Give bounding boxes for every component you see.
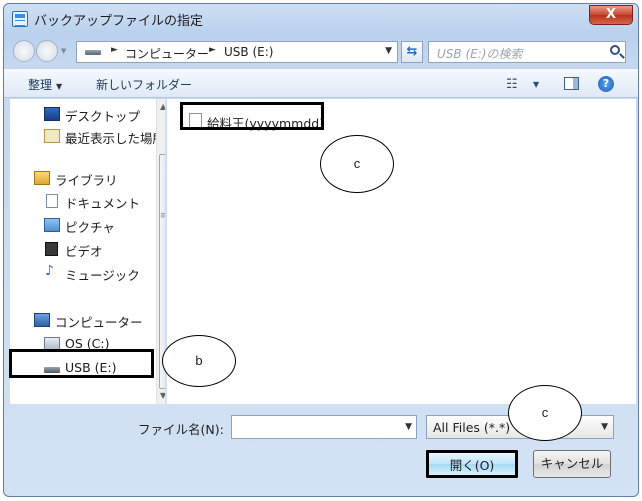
breadcrumb-arrow-icon[interactable]: ► xyxy=(111,45,118,55)
nav-item-library[interactable]: ライブラリ xyxy=(10,168,155,188)
annotation-bubble: c xyxy=(320,135,394,193)
window-title: バックアップファイルの指定 xyxy=(34,14,204,29)
scroll-down-icon[interactable]: ▼ xyxy=(160,391,165,400)
address-dropdown-icon[interactable]: ▼ xyxy=(385,46,392,56)
back-button[interactable] xyxy=(13,40,35,62)
nav-item-label: ビデオ xyxy=(65,244,103,259)
nav-item-label: ピクチャ xyxy=(65,220,115,235)
app-icon xyxy=(12,11,28,27)
nav-item-label: デスクトップ xyxy=(65,109,141,124)
chevron-down-icon: ▼ xyxy=(56,82,63,91)
preview-pane-icon[interactable] xyxy=(564,77,579,90)
recent-places-icon xyxy=(44,129,60,143)
breadcrumb-arrow-icon[interactable]: ► xyxy=(209,45,216,55)
address-row: ▼ ► コンピューター ► USB (E:) ▼ ⇆ USB (E:)の検索 xyxy=(4,36,638,66)
documents-icon xyxy=(46,194,58,208)
nav-item-label: ドキュメント xyxy=(65,196,141,211)
help-icon[interactable]: ? xyxy=(598,76,614,92)
forward-button[interactable] xyxy=(36,40,58,62)
breadcrumb-usb[interactable]: USB (E:) xyxy=(224,45,273,59)
nav-item-music[interactable]: ♪ ミュージック xyxy=(10,263,155,283)
title-bar: バックアップファイルの指定 X xyxy=(4,4,638,34)
scrollbar-grip-icon: ≡ xyxy=(160,211,165,221)
new-folder-button[interactable]: 新しいフォルダー xyxy=(96,76,192,93)
annotation-bubble: b xyxy=(162,335,236,387)
refresh-button[interactable]: ⇆ xyxy=(401,41,423,63)
scroll-up-icon[interactable]: ▲ xyxy=(160,102,165,111)
search-placeholder: USB (E:)の検索 xyxy=(437,47,523,61)
nav-item-pictures[interactable]: ピクチャ xyxy=(10,215,155,235)
nav-item-label: 最近表示した場所 xyxy=(65,131,166,146)
organize-label: 整理 xyxy=(28,78,53,92)
views-icon[interactable]: ☷ xyxy=(506,77,518,92)
annotation-bubble: c xyxy=(508,385,582,441)
nav-item-label: ミュージック xyxy=(65,268,140,283)
videos-icon xyxy=(45,242,58,256)
filename-label: ファイル名(N): xyxy=(138,422,224,437)
nav-item-label: コンピューター xyxy=(55,315,143,330)
organize-menu[interactable]: 整理 ▼ xyxy=(28,76,62,93)
library-icon xyxy=(34,171,50,185)
search-icon[interactable] xyxy=(610,45,620,55)
nav-item-documents[interactable]: ドキュメント xyxy=(10,191,155,211)
pictures-icon xyxy=(44,218,60,232)
file-type-value: All Files (*.*) xyxy=(433,420,511,435)
chevron-down-icon: ▼ xyxy=(601,422,608,432)
address-bar[interactable]: ► コンピューター ► USB (E:) ▼ xyxy=(76,41,398,63)
desktop-icon xyxy=(44,107,60,121)
nav-item-computer[interactable]: コンピューター xyxy=(10,310,155,330)
search-input[interactable]: USB (E:)の検索 xyxy=(428,41,626,63)
nav-item-recent-places[interactable]: 最近表示した場所 xyxy=(10,126,165,146)
annotation-box-usb xyxy=(9,349,154,378)
close-button[interactable]: X xyxy=(589,5,633,25)
chevron-down-icon[interactable]: ▼ xyxy=(405,422,412,432)
nav-item-desktop[interactable]: デスクトップ xyxy=(10,104,155,124)
music-icon: ♪ xyxy=(45,263,54,279)
file-list: 給料王(yyyymmdd) xyxy=(167,99,636,404)
chevron-down-icon[interactable]: ▼ xyxy=(533,80,539,89)
nav-item-label: ライブラリ xyxy=(55,173,118,188)
annotation-box-file xyxy=(180,102,324,130)
filename-field[interactable]: ▼ xyxy=(231,415,417,439)
computer-icon xyxy=(34,313,50,327)
open-button[interactable]: 開く(O) xyxy=(426,450,518,478)
drive-icon xyxy=(85,50,101,55)
history-dropdown-icon[interactable]: ▼ xyxy=(61,47,66,55)
breadcrumb-computer[interactable]: コンピューター xyxy=(125,45,209,62)
cancel-button[interactable]: キャンセル xyxy=(533,450,611,478)
command-toolbar: 整理 ▼ 新しいフォルダー ☷ ▼ ? xyxy=(4,68,638,98)
nav-item-videos[interactable]: ビデオ xyxy=(10,239,155,259)
